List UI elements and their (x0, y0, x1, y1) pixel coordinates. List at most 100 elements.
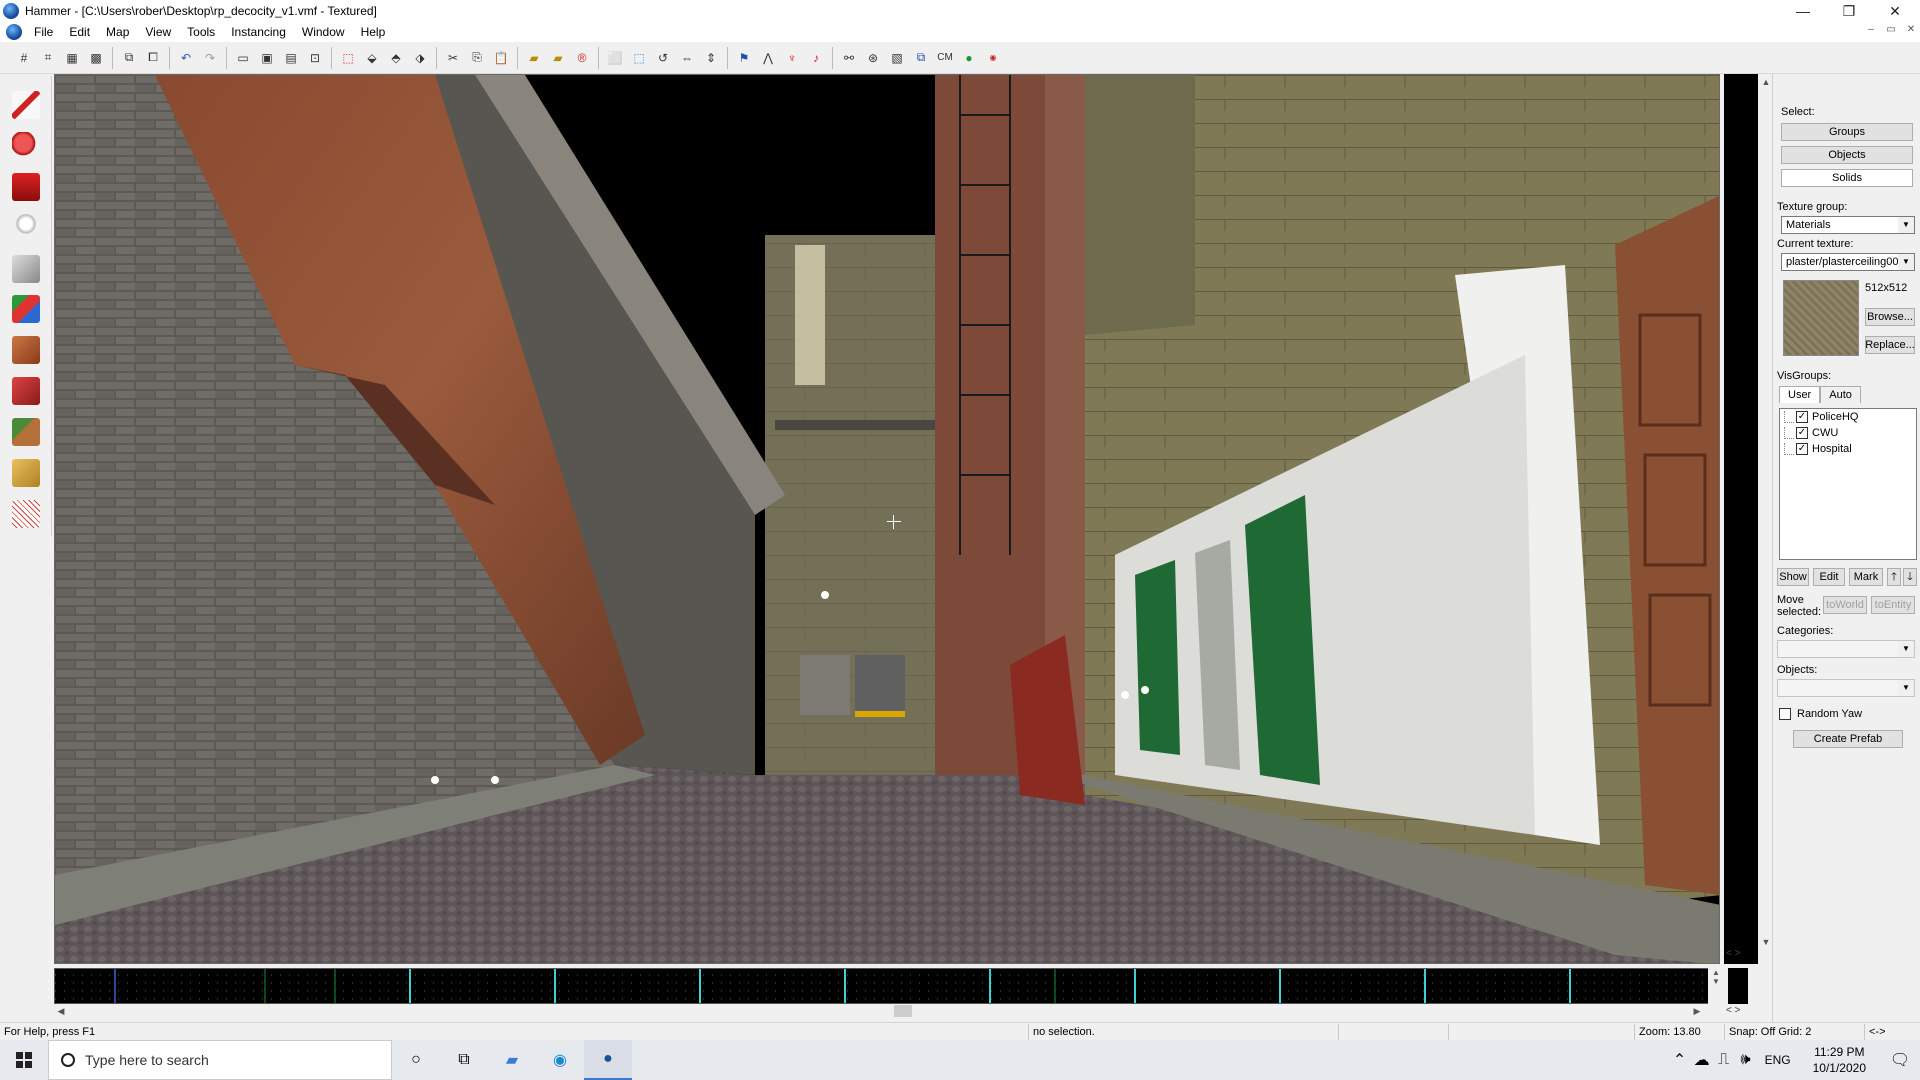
mini-scroll-arrows-bottom[interactable]: < > (1726, 1005, 1740, 1016)
speaker-icon[interactable]: 🕪 (1735, 1040, 1757, 1080)
close-button[interactable]: ✕ (1872, 0, 1918, 22)
select-objects-button[interactable]: Objects (1781, 146, 1913, 164)
cordon-select-icon[interactable]: ⬚ (628, 47, 650, 69)
visgroup-item-cwu[interactable]: ✓ CWU (1784, 427, 1838, 439)
mdi-minimize-button[interactable]: – (1862, 24, 1880, 35)
objects-select[interactable]: ▼ (1777, 679, 1915, 697)
select-entity-icon[interactable]: ⬘ (385, 47, 407, 69)
task-view-icon[interactable]: ⧉ (440, 1040, 488, 1080)
green-globe-icon[interactable]: ● (958, 47, 980, 69)
chevron-down-icon[interactable]: ▼ (1898, 641, 1914, 657)
selection-tool-button[interactable] (6, 86, 46, 124)
group-icon[interactable]: ⧠ (142, 47, 164, 69)
replace-button[interactable]: Replace... (1865, 336, 1915, 354)
scroll-left-icon[interactable]: ◀ (54, 1004, 68, 1018)
menu-window[interactable]: Window (294, 22, 353, 42)
2d-mini-view[interactable] (1728, 968, 1748, 1004)
no-draw-icon[interactable]: ◉ (982, 47, 1004, 69)
clock[interactable]: 11:29 PM 10/1/2020 (1813, 1044, 1866, 1076)
texture-group-select[interactable]: Materials ▼ (1781, 216, 1915, 234)
mini-scroll-arrows[interactable]: < > (1726, 948, 1740, 959)
chevron-down-icon[interactable]: ▼ (1898, 680, 1914, 696)
hammer-taskbar-icon[interactable]: ● (584, 1040, 632, 1080)
cut-icon[interactable]: ✂ (442, 47, 464, 69)
show-icon[interactable]: ▣ (256, 47, 278, 69)
3d-camera-viewport[interactable] (54, 74, 1720, 964)
current-texture-select[interactable]: plaster/plasterceiling008 ▼ (1781, 253, 1915, 271)
show-all-icon[interactable]: ▤ (280, 47, 302, 69)
vertex-tool-button[interactable] (6, 495, 46, 533)
menu-edit[interactable]: Edit (61, 22, 98, 42)
texture-lock-icon[interactable]: ⊡ (304, 47, 326, 69)
select-solids-button[interactable]: Solids (1781, 169, 1913, 187)
select-tree-icon[interactable]: ⬙ (361, 47, 383, 69)
run-map-icon[interactable]: ® (571, 47, 593, 69)
file-explorer-icon[interactable]: ▰ (488, 1040, 536, 1080)
checkbox-checked-icon[interactable]: ✓ (1796, 411, 1808, 423)
hazard-stripe-icon[interactable]: ▰ (523, 47, 545, 69)
chevron-down-icon[interactable]: ▼ (1898, 217, 1914, 233)
menu-view[interactable]: View (137, 22, 179, 42)
edge-browser-icon[interactable]: ◉ (536, 1040, 584, 1080)
move-up-icon[interactable]: 🡑 (1887, 568, 1901, 586)
visgroups-list[interactable]: ✓ PoliceHQ ✓ CWU ✓ Hospital (1779, 408, 1917, 560)
menu-file[interactable]: File (26, 22, 61, 42)
visgroup-item-policehq[interactable]: ✓ PoliceHQ (1784, 411, 1858, 423)
grid-larger-icon[interactable]: ▩ (85, 47, 107, 69)
visgroup-item-hospital[interactable]: ✓ Hospital (1784, 443, 1852, 455)
viewport-2d-strip[interactable] (1724, 74, 1758, 964)
minimize-button[interactable]: — (1780, 0, 1826, 22)
camera-icon[interactable]: ⊛ (862, 47, 884, 69)
document-icon[interactable] (6, 24, 22, 40)
mdi-close-button[interactable]: ✕ (1902, 24, 1920, 35)
cm-button[interactable]: CM (934, 47, 956, 69)
to-world-button[interactable]: toWorld (1823, 596, 1867, 614)
undo-icon[interactable]: ↶ (175, 47, 197, 69)
2d-view-strip[interactable] (54, 968, 1720, 1004)
texture-tool-button[interactable] (6, 291, 46, 329)
decal-icon[interactable]: ♆ (781, 47, 803, 69)
visgroup-edit-button[interactable]: Edit (1813, 568, 1845, 586)
viewport-horizontal-scrollbar[interactable]: ◀ ▶ (54, 1004, 1720, 1018)
menu-help[interactable]: Help (353, 22, 394, 42)
block-tool-button[interactable] (6, 250, 46, 288)
notification-icon[interactable]: 🗨 (1880, 1040, 1920, 1080)
random-yaw-checkbox[interactable] (1779, 708, 1791, 720)
scroll-thumb[interactable] (894, 1005, 912, 1017)
entity-report-icon[interactable]: ⚑ (733, 47, 755, 69)
2d-view-scroll[interactable]: ▲ ▼ (1708, 968, 1724, 1004)
language-indicator[interactable]: ENG (1765, 1053, 1791, 1067)
show-hidden-icons-icon[interactable]: ⌃ (1669, 1040, 1691, 1080)
select-box-icon[interactable]: ⬚ (337, 47, 359, 69)
browse-button[interactable]: Browse... (1865, 308, 1915, 326)
apply-texture-tool-button[interactable] (6, 331, 46, 369)
copy-icon[interactable]: ⎘ (466, 47, 488, 69)
chevron-down-icon[interactable]: ▼ (1898, 254, 1914, 270)
flip-icon[interactable]: ⇔ (676, 47, 698, 69)
onedrive-icon[interactable]: ☁ (1691, 1040, 1713, 1080)
redo-icon[interactable]: ↷ (199, 47, 221, 69)
taskbar-search[interactable]: Type here to search (48, 1040, 392, 1080)
visgroup-mark-button[interactable]: Mark (1849, 568, 1883, 586)
start-button[interactable] (0, 1040, 48, 1080)
mdi-restore-button[interactable]: ▭ (1882, 24, 1900, 35)
grid-smaller-icon[interactable]: ▦ (61, 47, 83, 69)
cordon-icon[interactable]: ⬜ (604, 47, 626, 69)
tab-user[interactable]: User (1779, 386, 1821, 403)
network-icon[interactable]: ⎍ (1713, 1040, 1735, 1080)
hazard-stripe-2-icon[interactable]: ▰ (547, 47, 569, 69)
rotate-icon[interactable]: ↺ (652, 47, 674, 69)
entity-tool-button[interactable] (6, 209, 46, 247)
grid-3d-icon[interactable]: ⌗ (37, 47, 59, 69)
model-icon[interactable]: ⚯ (838, 47, 860, 69)
checkbox-checked-icon[interactable]: ✓ (1796, 427, 1808, 439)
sprite-icon[interactable]: ▧ (886, 47, 908, 69)
to-entity-button[interactable]: toEntity (1871, 596, 1915, 614)
vertex-edit-icon[interactable]: ⋀ (757, 47, 779, 69)
instance-icon[interactable]: ⧉ (910, 47, 932, 69)
grid-toggle-icon[interactable]: # (13, 47, 35, 69)
overlay-icon[interactable]: ♪ (805, 47, 827, 69)
tab-auto[interactable]: Auto (1820, 386, 1861, 403)
align-icon[interactable]: ⇕ (700, 47, 722, 69)
decal-tool-button[interactable] (6, 372, 46, 410)
